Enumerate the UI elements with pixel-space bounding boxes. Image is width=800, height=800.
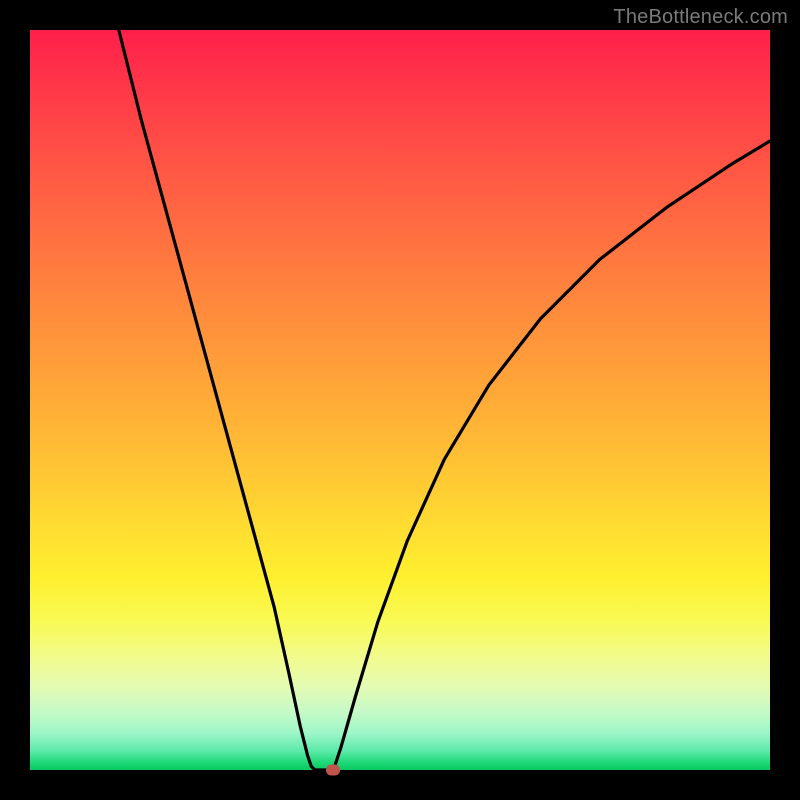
plot-area — [30, 30, 770, 770]
bottleneck-curve — [30, 30, 770, 770]
chart-frame: TheBottleneck.com — [0, 0, 800, 800]
curve-path — [119, 30, 770, 770]
watermark-text: TheBottleneck.com — [613, 6, 788, 29]
optimum-marker — [326, 765, 340, 776]
